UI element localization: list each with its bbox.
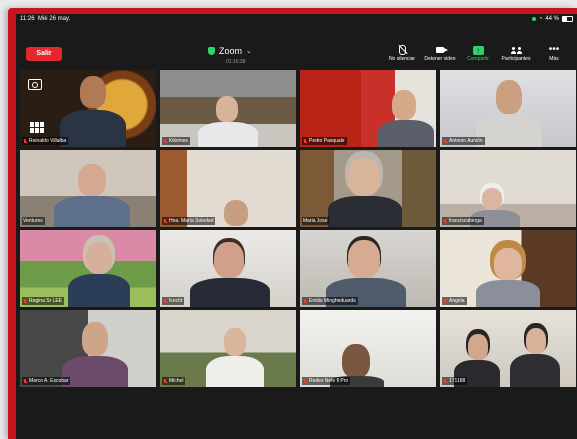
mic-muted-icon	[398, 45, 406, 55]
meeting-top-bar: Salir Zoom ⌄ 01:16:38 No silenciar Deten…	[16, 26, 577, 68]
more-label: Más	[549, 56, 559, 62]
participant-name: 171188	[449, 378, 466, 384]
stop-video-button[interactable]: Detener video	[421, 44, 459, 62]
mic-muted-icon	[303, 378, 307, 384]
battery-icon	[562, 16, 573, 22]
participant-name: franciscaberga	[449, 218, 482, 224]
participant-name: Hna. María Soledad	[169, 218, 214, 224]
mic-muted-icon	[163, 138, 167, 144]
participant-name-tag: Michel	[162, 377, 186, 385]
video-tile[interactable]: 171188	[440, 310, 576, 387]
participant-name-tag: Hna. María Soledad	[162, 217, 216, 225]
zoom-screen: 11:26 Mié 26 may. ◔ 44 % Salir Zoom ⌄ 01…	[16, 14, 577, 439]
participant-name: Marco A. Escobar	[29, 378, 69, 384]
participant-name-tag: Antonio Aunión	[442, 137, 485, 145]
participant-name: Ventures	[23, 218, 43, 224]
more-icon: •••	[548, 44, 560, 55]
video-tile[interactable]: Kiloimes	[160, 70, 296, 147]
mic-muted-icon	[23, 298, 27, 304]
mic-muted-icon	[303, 298, 307, 304]
participants-button[interactable]: Participantes	[497, 44, 535, 62]
camera-indicator-icon	[531, 17, 536, 21]
video-tile[interactable]: Angela	[440, 230, 576, 307]
participant-name: Maria Jose	[303, 218, 328, 224]
video-tile[interactable]: franciscaberga	[440, 150, 576, 227]
meeting-toolbar: No silenciar Detener video ↑ Compartir P…	[383, 44, 573, 63]
participant-name-tag: Reinaldo Villalba	[22, 137, 69, 145]
participant-name-tag: Emilio Mingheduards	[302, 297, 358, 305]
date: Mié 26 may.	[37, 16, 71, 22]
video-icon	[436, 47, 448, 53]
share-button[interactable]: ↑ Compartir	[459, 44, 497, 62]
battery-percent: 44 %	[545, 16, 559, 22]
participant-name: Regina Sr LEE	[29, 298, 63, 304]
mic-muted-icon	[443, 298, 447, 304]
status-right: ◔ 44 %	[531, 16, 573, 22]
video-tile[interactable]: Hna. María Soledad	[160, 150, 296, 227]
mic-muted-icon	[163, 218, 167, 224]
participant-name: fcecht	[169, 298, 183, 304]
participant-name: Pedro Pasquale	[309, 138, 345, 144]
video-tile[interactable]: Marco A. Escobar	[20, 310, 156, 387]
participant-name-tag: Marco A. Escobar	[22, 377, 71, 385]
clock: 11:26	[20, 16, 35, 22]
participant-name-tag: Kiloimes	[162, 137, 190, 145]
participant-name-tag: Maria Jose	[302, 217, 330, 225]
video-tile[interactable]: Antonio Aunión	[440, 70, 576, 147]
status-bar: 11:26 Mié 26 may. ◔ 44 %	[16, 14, 577, 26]
gallery-grid: Reinaldo Villalba Kiloimes Pedro Pasqual…	[20, 70, 576, 388]
switch-camera-icon[interactable]	[28, 79, 42, 90]
video-tile[interactable]: Pedro Pasquale	[300, 70, 436, 147]
chevron-down-icon: ⌄	[246, 48, 252, 55]
video-tile[interactable]: Regina Sr LEE	[20, 230, 156, 307]
mic-muted-icon	[163, 298, 167, 304]
video-tile-active-speaker[interactable]: Maria Jose	[300, 150, 436, 227]
participant-name-tag: Pedro Pasquale	[302, 137, 347, 145]
participant-name: Kiloimes	[169, 138, 188, 144]
participant-name-tag: 171188	[442, 377, 468, 385]
mic-muted-icon	[443, 138, 447, 144]
mic-muted-icon	[303, 138, 307, 144]
participant-name-tag: Ventures	[22, 217, 45, 225]
participant-name-tag: Redes Nele fl Pro	[302, 377, 351, 385]
participants-label: Participantes	[501, 56, 531, 62]
mic-muted-icon	[163, 378, 167, 384]
mic-muted-icon	[23, 378, 27, 384]
shield-icon	[208, 47, 215, 55]
video-tile[interactable]: Michel	[160, 310, 296, 387]
unmute-button[interactable]: No silenciar	[383, 44, 421, 62]
unmute-label: No silenciar	[388, 56, 416, 62]
mic-muted-icon	[23, 138, 27, 144]
participant-name: Emilio Mingheduards	[309, 298, 356, 304]
participant-name-tag: Angela	[442, 297, 467, 305]
participant-name: Reinaldo Villalba	[29, 138, 67, 144]
participant-name: Angela	[449, 298, 465, 304]
share-label: Compartir	[467, 56, 489, 62]
app-name: Zoom	[219, 46, 243, 56]
participant-name: Michel	[169, 378, 184, 384]
video-tile[interactable]: fcecht	[160, 230, 296, 307]
share-screen-icon: ↑	[472, 45, 484, 55]
wifi-icon: ◔	[538, 16, 543, 22]
meeting-title[interactable]: Zoom ⌄	[208, 46, 252, 56]
mic-muted-icon	[443, 218, 447, 224]
gallery-view-icon[interactable]	[30, 122, 44, 133]
video-tile[interactable]: Redes Nele fl Pro	[300, 310, 436, 387]
video-tile[interactable]: Ventures	[20, 150, 156, 227]
status-time: 11:26 Mié 26 may.	[20, 16, 70, 22]
participant-name: Antonio Aunión	[449, 138, 483, 144]
mic-muted-icon	[443, 378, 447, 384]
participant-name-tag: fcecht	[162, 297, 185, 305]
participant-name-tag: Regina Sr LEE	[22, 297, 65, 305]
participant-name: Redes Nele fl Pro	[309, 378, 349, 384]
stop-video-label: Detener video	[424, 56, 456, 62]
more-button[interactable]: ••• Más	[535, 44, 573, 63]
meeting-timer: 01:16:38	[226, 59, 246, 65]
participant-name-tag: franciscaberga	[442, 217, 484, 225]
video-tile[interactable]: Emilio Mingheduards	[300, 230, 436, 307]
participants-icon	[510, 46, 522, 54]
leave-button[interactable]: Salir	[26, 47, 62, 61]
